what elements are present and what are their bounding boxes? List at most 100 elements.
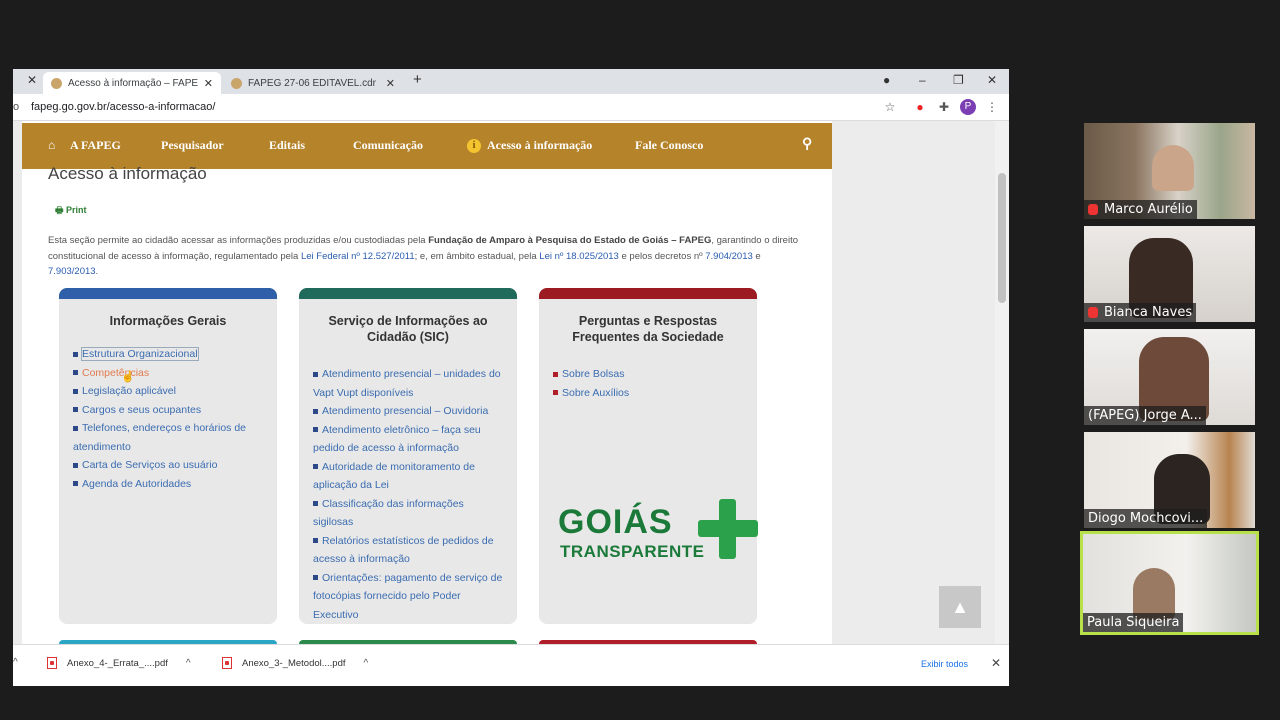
extensions-puzzle-icon[interactable]: ✚ <box>936 99 952 115</box>
info-icon: i <box>467 139 481 154</box>
list-item[interactable]: Relatórios estatísticos de pedidos de ac… <box>313 532 505 569</box>
link-text[interactable]: Atendimento presencial – Ouvidoria <box>322 405 488 417</box>
scrollbar-thumb[interactable] <box>998 173 1006 303</box>
menu-kebab-icon[interactable]: ⋮ <box>984 99 1000 115</box>
list-item[interactable]: Atendimento eletrônico – faça seu pedido… <box>313 421 505 458</box>
list-item[interactable]: Telefones, endereços e horários de atend… <box>73 419 265 456</box>
nav-item-pesquisador[interactable]: Pesquisador <box>161 138 224 153</box>
restore-icon[interactable]: ❐ <box>953 73 964 87</box>
chevron-up-icon[interactable]: ^ <box>13 657 18 668</box>
nav-item-comunicacao[interactable]: Comunicação <box>353 138 423 153</box>
participant-tile[interactable]: (FAPEG) Jorge A... <box>1084 329 1255 425</box>
link-text[interactable]: Relatórios estatísticos de pedidos de ac… <box>313 535 494 566</box>
participant-tile[interactable]: Marco Aurélio <box>1084 123 1255 219</box>
mouse-cursor-icon: ☝ <box>121 370 135 383</box>
lei-federal-link[interactable]: Lei Federal nº 12.527/2011 <box>301 251 415 262</box>
chevron-up-icon[interactable]: ^ <box>186 658 191 669</box>
list-item[interactable]: Atendimento presencial – unidades do Vap… <box>313 365 505 402</box>
scrollbar[interactable] <box>995 121 1009 644</box>
list-item[interactable]: Estrutura Organizacional <box>73 345 265 364</box>
tab-title: Acesso à informação – FAPEG – F <box>68 77 198 89</box>
card-title: Perguntas e Respostas Frequentes da Soci… <box>572 314 724 344</box>
nav-item-fale-conosco[interactable]: Fale Conosco <box>635 138 703 153</box>
list-item[interactable]: Competências☝ <box>73 364 265 383</box>
link-text[interactable]: Atendimento eletrônico – faça seu pedido… <box>313 424 481 455</box>
download-filename: Anexo_4-_Errata_....pdf <box>67 657 168 669</box>
link-text[interactable]: Sobre Auxílios <box>562 387 629 399</box>
participant-tile-speaking[interactable]: Paula Siqueira <box>1080 531 1259 635</box>
lei-estadual-link[interactable]: Lei nº 18.025/2013 <box>539 251 619 262</box>
link-text[interactable]: Classificação das informações sigilosas <box>313 498 464 529</box>
site-info-icon[interactable]: o <box>13 101 19 113</box>
home-icon[interactable]: ⌂ <box>48 138 55 153</box>
window-close-icon[interactable]: ✕ <box>987 73 997 87</box>
nav-item-a-fapeg[interactable]: A FAPEG <box>70 138 121 153</box>
list-item[interactable]: Sobre Bolsas <box>553 365 745 384</box>
link-text[interactable]: Sobre Bolsas <box>562 368 624 380</box>
nav-item-acesso-informacao[interactable]: i Acesso à informação <box>467 138 592 154</box>
list-item[interactable]: Sobre Auxílios <box>553 384 745 403</box>
show-all-downloads-button[interactable]: Exibir todos <box>921 659 968 669</box>
goias-transparente-logo[interactable]: GOIÁS TRANSPARENTE <box>558 499 758 565</box>
new-tab-button[interactable]: + <box>413 71 422 88</box>
link-text[interactable]: Agenda de Autoridades <box>82 478 191 490</box>
bullet-icon <box>73 370 78 376</box>
link-text[interactable]: Telefones, endereços e horários de atend… <box>73 422 246 453</box>
intro-text: ; e, em âmbito estadual, pela <box>414 250 540 262</box>
participant-tile[interactable]: Diogo Mochcovi... <box>1084 432 1255 528</box>
intro-org-name: Fundação de Amparo à Pesquisa do Estado … <box>428 235 712 246</box>
minimize-icon[interactable]: – <box>919 73 926 87</box>
card-perguntas-respostas: Perguntas e Respostas Frequentes da Soci… <box>539 288 757 624</box>
list-item[interactable]: Classificação das informações sigilosas <box>313 495 505 532</box>
download-item[interactable]: Anexo_4-_Errata_....pdf ^ <box>47 657 191 669</box>
intro-text: e <box>752 250 761 262</box>
list-item[interactable]: Legislação aplicável <box>73 382 265 401</box>
card-title: Informações Gerais <box>109 314 227 328</box>
card-sic: Serviço de Informações ao Cidadão (SIC) … <box>299 288 517 624</box>
opera-extension-icon[interactable]: ● <box>912 99 928 115</box>
bullet-icon <box>313 501 318 507</box>
participant-tile[interactable]: Bianca Naves <box>1084 226 1255 322</box>
link-text[interactable]: Estrutura Organizacional <box>81 347 199 361</box>
list-item[interactable]: Atendimento presencial – Ouvidoria <box>313 402 505 421</box>
prev-tab-close-icon[interactable]: ✕ <box>27 73 37 87</box>
link-text[interactable]: Autoridade de monitoramento de aplicação… <box>313 461 475 492</box>
list-item[interactable]: Orientações: pagamento de serviço de fot… <box>313 569 505 625</box>
bullet-icon <box>313 538 318 544</box>
link-text[interactable]: Atendimento presencial – unidades do Vap… <box>313 368 501 399</box>
tab-close-icon[interactable]: ✕ <box>204 77 213 90</box>
link-text[interactable]: Competências <box>82 367 149 379</box>
list-item[interactable]: Autoridade de monitoramento de aplicação… <box>313 458 505 495</box>
bullet-icon <box>73 462 78 468</box>
link-text[interactable]: Carta de Serviços ao usuário <box>82 459 217 471</box>
decreto-7904-link[interactable]: 7.904/2013 <box>705 251 753 262</box>
scroll-to-top-button[interactable]: ▲ <box>939 586 981 628</box>
intro-text: e pelos decretos nº <box>618 250 706 262</box>
bullet-icon <box>313 408 318 414</box>
list-item[interactable]: Cargos e seus ocupantes <box>73 401 265 420</box>
url-field[interactable]: fapeg.go.gov.br/acesso-a-informacao/ <box>31 101 215 113</box>
profile-avatar[interactable]: P <box>960 99 976 115</box>
nav-item-editais[interactable]: Editais <box>269 138 305 153</box>
tab-acesso-informacao[interactable]: Acesso à informação – FAPEG – F ✕ <box>43 72 221 94</box>
download-filename: Anexo_3-_Metodol....pdf <box>242 657 346 669</box>
list-item[interactable]: Carta de Serviços ao usuário <box>73 456 265 475</box>
link-text[interactable]: Cargos e seus ocupantes <box>82 404 201 416</box>
chevron-up-icon[interactable]: ^ <box>364 658 369 669</box>
download-item[interactable]: Anexo_3-_Metodol....pdf ^ <box>222 657 368 669</box>
close-icon[interactable]: ✕ <box>991 656 1001 670</box>
participant-name: (FAPEG) Jorge A... <box>1084 406 1206 425</box>
search-icon[interactable]: ⚲ <box>802 136 812 153</box>
decreto-7903-link[interactable]: 7.903/2013 <box>48 266 96 277</box>
pdf-file-icon <box>222 657 232 669</box>
bookmark-star-icon[interactable]: ☆ <box>882 99 898 115</box>
tab-close-icon[interactable]: ✕ <box>386 77 395 90</box>
print-button[interactable]: 🖶 Print <box>55 203 87 219</box>
record-icon[interactable]: ● <box>883 73 890 87</box>
list-item[interactable]: Agenda de Autoridades <box>73 475 265 494</box>
participant-video <box>1152 145 1194 191</box>
tab-fapeg-editavel[interactable]: FAPEG 27-06 EDITAVEL.cdr ✕ <box>223 72 403 94</box>
link-text[interactable]: Legislação aplicável <box>82 385 176 397</box>
link-text[interactable]: Orientações: pagamento de serviço de fot… <box>313 572 502 621</box>
intro-text: Esta seção permite ao cidadão acessar as… <box>48 235 429 246</box>
